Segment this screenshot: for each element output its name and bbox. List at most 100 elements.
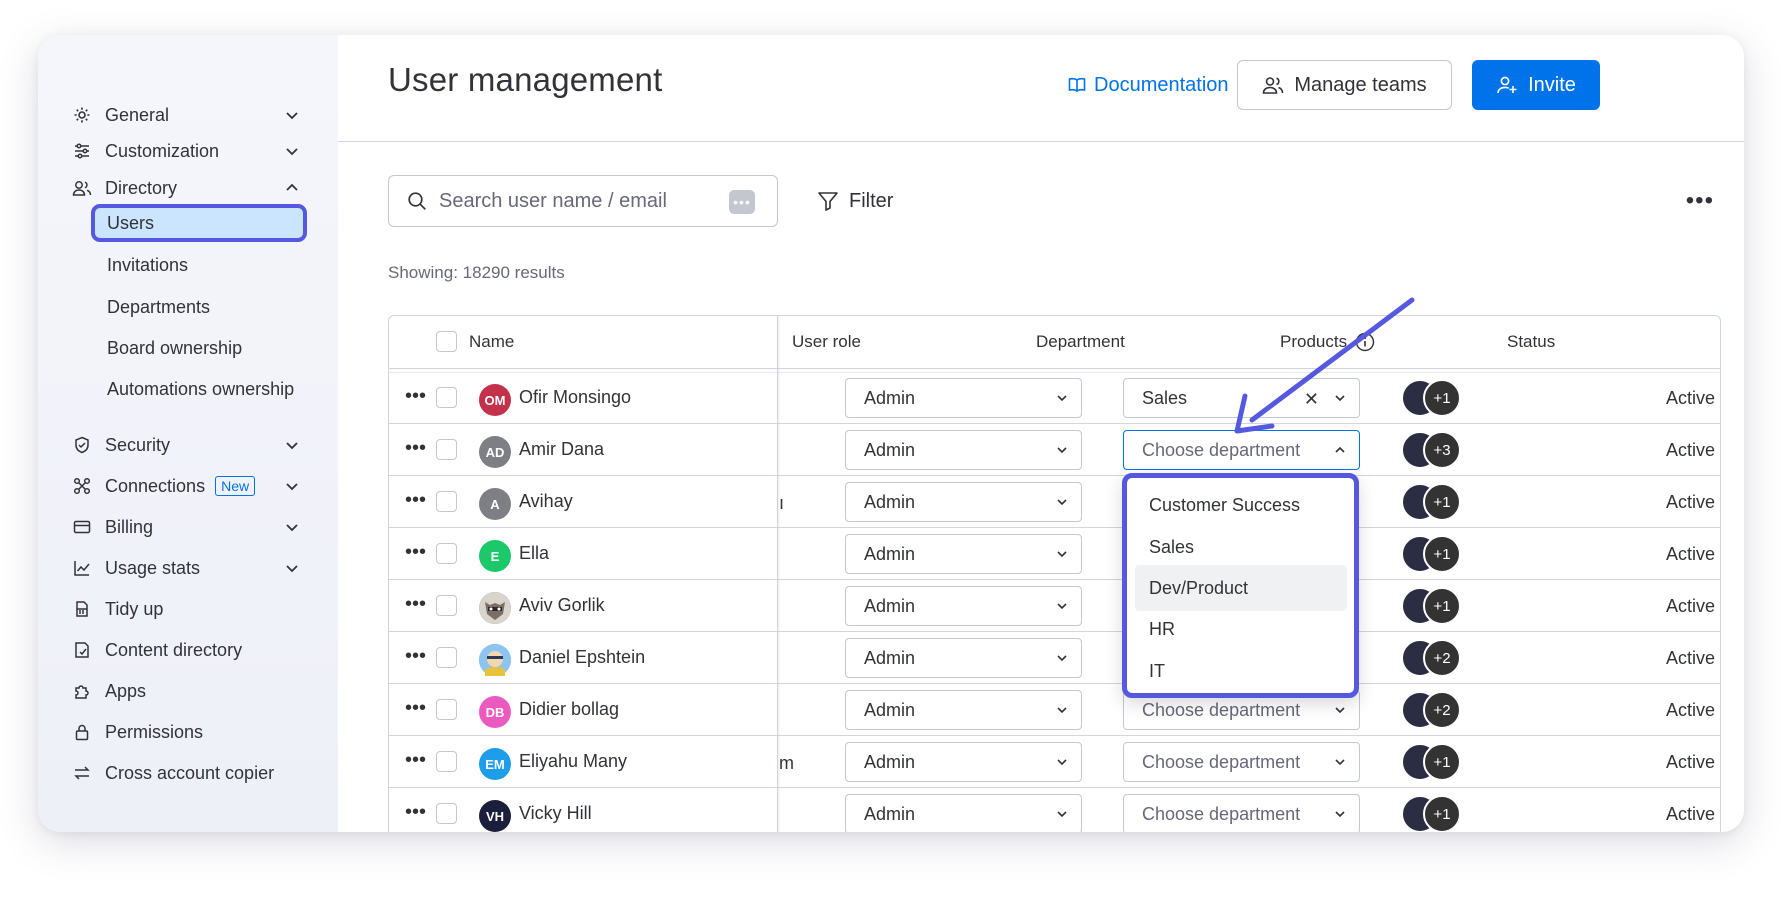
user-name: Aviv Gorlik [519,595,605,615]
table-row[interactable]: ••• E Ella Admin +1 Active [389,528,1720,580]
info-icon[interactable] [1355,332,1375,352]
sidebar-item-usage-stats[interactable]: Usage stats [71,552,301,584]
manage-teams-label: Manage teams [1294,73,1427,96]
row-checkbox[interactable] [436,595,457,616]
table-header-divider [389,368,1720,369]
filter-button[interactable]: Filter [817,185,893,217]
products-avatars[interactable]: +1 [1401,535,1471,575]
column-header-products[interactable]: Products [1280,316,1375,368]
row-actions-icon[interactable]: ••• [405,386,426,406]
sidebar-subitem-automations-ownership[interactable]: Automations ownership [91,370,307,408]
user-role-select[interactable]: Admin [845,378,1082,418]
row-checkbox[interactable] [436,439,457,460]
sidebar-item-content-directory[interactable]: Content directory [71,634,301,666]
user-role-select[interactable]: Admin [845,534,1082,574]
table-row[interactable]: ••• VH Vicky Hill Admin Choose departmen… [389,788,1720,832]
sidebar-subitem-users[interactable]: Users [91,204,307,242]
table-row[interactable]: ••• EM Eliyahu Many m Admin Choose depar… [389,736,1720,788]
row-checkbox[interactable] [436,491,457,512]
row-checkbox[interactable] [436,647,457,668]
column-header-name[interactable]: Name [469,316,514,368]
sidebar-item-billing[interactable]: Billing [71,511,301,543]
products-avatars[interactable]: +2 [1401,639,1471,679]
sidebar-item-label: Billing [105,516,154,537]
products-avatars[interactable]: +1 [1401,795,1471,832]
user-role-select[interactable]: Admin [845,794,1082,832]
products-avatars[interactable]: +2 [1401,691,1471,731]
select-all-checkbox[interactable] [436,331,457,352]
more-options-icon[interactable]: ••• [1686,187,1714,215]
department-select[interactable]: Choose department [1123,430,1360,470]
search-icon [408,192,426,210]
chevron-down-icon [1057,447,1067,454]
sidebar-item-apps[interactable]: Apps [71,675,301,707]
gear-icon [71,104,93,126]
row-actions-icon[interactable]: ••• [405,646,426,666]
row-actions-icon[interactable]: ••• [405,542,426,562]
row-actions-icon[interactable]: ••• [405,438,426,458]
table-row[interactable]: ••• Aviv Gorlik Admin +1 Active [389,580,1720,632]
row-checkbox[interactable] [436,543,457,564]
table-row[interactable]: ••• A Avihay ı Admin +1 Active [389,476,1720,528]
row-actions-icon[interactable]: ••• [405,750,426,770]
sidebar-item-cross-account-copier[interactable]: Cross account copier [71,757,301,789]
sidebar-item-permissions[interactable]: Permissions [71,716,301,748]
sidebar-item-directory[interactable]: Directory [71,172,301,204]
sidebar-subitem-invitations[interactable]: Invitations [91,246,307,284]
table-row[interactable]: ••• Daniel Epshtein Admin +2 Active [389,632,1720,684]
dropdown-option[interactable]: IT [1135,648,1347,693]
sidebar-item-tidy-up[interactable]: Tidy up [71,593,301,625]
dropdown-option-highlighted[interactable]: Dev/Product [1135,565,1347,611]
user-role-select[interactable]: Admin [845,690,1082,730]
sidebar-subitem-board-ownership[interactable]: Board ownership [91,329,307,367]
department-select[interactable]: Choose department [1123,742,1360,782]
user-role-select[interactable]: Admin [845,742,1082,782]
products-avatars[interactable]: +3 [1401,431,1471,471]
row-actions-icon[interactable]: ••• [405,594,426,614]
products-avatars[interactable]: +1 [1401,587,1471,627]
row-checkbox[interactable] [436,387,457,408]
row-actions-icon[interactable]: ••• [405,698,426,718]
sidebar-item-general[interactable]: General [71,99,301,131]
column-header-department[interactable]: Department [1036,316,1125,368]
dropdown-option[interactable]: Customer Success [1135,482,1347,528]
search-input[interactable] [439,189,709,213]
dropdown-option[interactable]: Sales [1135,524,1347,570]
sidebar-item-label: Cross account copier [105,762,275,783]
swap-icon [71,762,93,784]
search-box[interactable]: ••• [388,175,778,227]
dropdown-option[interactable]: HR [1135,606,1347,652]
sidebar-item-connections[interactable]: Connections New [71,470,301,502]
sidebar-item-label: Content directory [105,639,243,660]
table-row[interactable]: ••• AD Amir Dana Admin Choose department… [389,424,1720,476]
row-actions-icon[interactable]: ••• [405,802,426,822]
row-checkbox[interactable] [436,803,457,824]
manage-teams-button[interactable]: Manage teams [1237,60,1452,110]
row-checkbox[interactable] [436,751,457,772]
user-role-select[interactable]: Admin [845,586,1082,626]
clear-icon[interactable]: ✕ [1304,389,1319,410]
user-role-select[interactable]: Admin [845,638,1082,678]
sidebar-item-security[interactable]: Security [71,429,301,461]
password-manager-icon[interactable]: ••• [729,190,755,214]
column-header-status[interactable]: Status [1507,316,1555,368]
people-icon [71,177,93,199]
department-select[interactable]: Choose department [1123,794,1360,832]
sidebar-item-customization[interactable]: Customization [71,135,301,167]
invite-button[interactable]: Invite [1472,60,1600,110]
documentation-link[interactable]: Documentation [1068,65,1229,105]
user-role-select[interactable]: Admin [845,482,1082,522]
column-header-user-role[interactable]: User role [792,316,861,368]
products-avatars[interactable]: +1 [1401,483,1471,523]
user-role-select[interactable]: Admin [845,430,1082,470]
table-row[interactable]: ••• DB Didier bollag Admin Choose depart… [389,684,1720,736]
products-avatars[interactable]: +1 [1401,379,1471,419]
page-title: User management [388,61,663,98]
sidebar-subitem-departments[interactable]: Departments [91,288,307,326]
table-row[interactable]: ••• OM Ofir Monsingo Admin Sales ✕ +1 Act… [389,372,1720,424]
products-avatars[interactable]: +1 [1401,743,1471,783]
user-name: Avihay [519,491,573,511]
row-actions-icon[interactable]: ••• [405,490,426,510]
row-checkbox[interactable] [436,699,457,720]
department-select[interactable]: Sales ✕ [1123,378,1360,418]
